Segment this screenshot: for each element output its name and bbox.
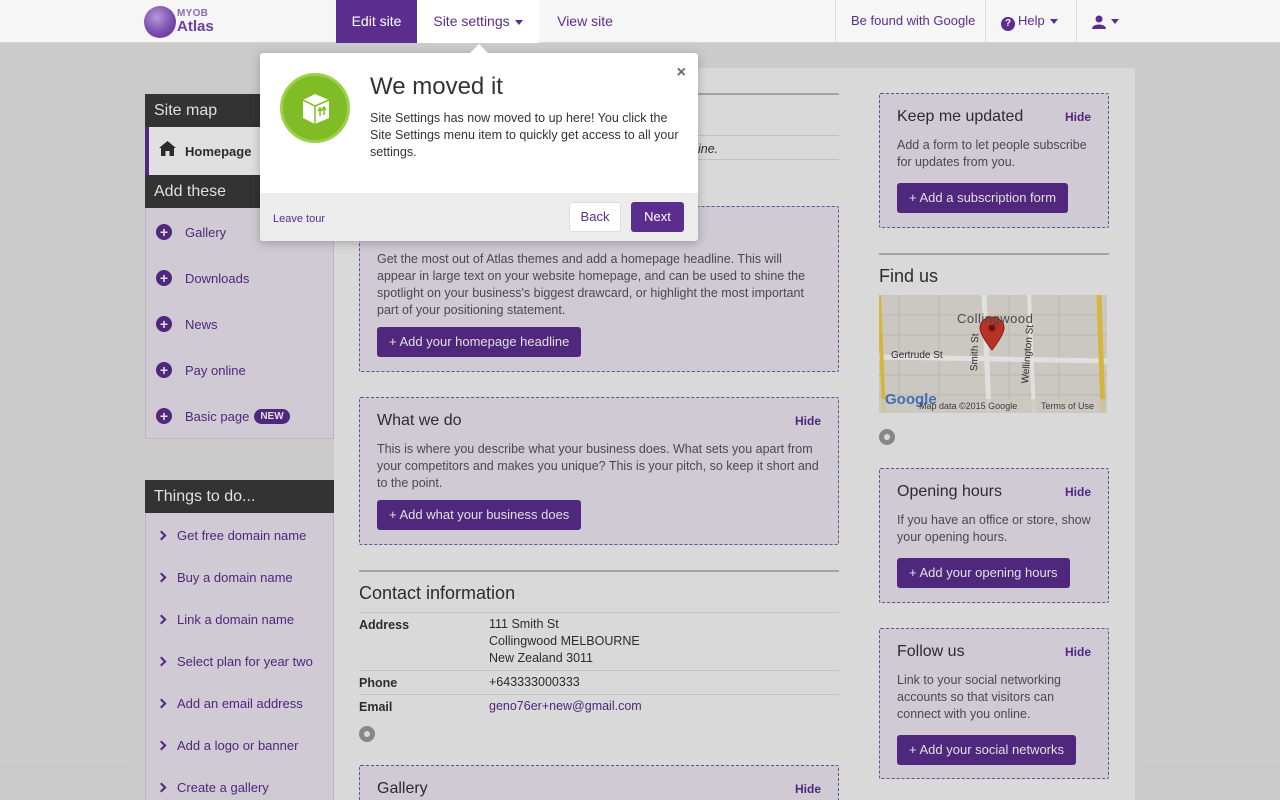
question-icon: ? [1001, 17, 1015, 31]
tab-edit-site[interactable]: Edit site [336, 0, 417, 43]
nav-divider [835, 0, 836, 43]
tour-footer: Leave tour Back Next [260, 193, 698, 241]
help-label: Help [1018, 13, 1045, 28]
myob-atlas-logo[interactable]: MYOB Atlas [144, 4, 224, 38]
tab-edit-site-label: Edit site [351, 13, 402, 29]
tab-site-settings-label: Site settings [433, 13, 510, 29]
chevron-down-icon [514, 19, 523, 25]
be-found-with-google-link[interactable]: Be found with Google [851, 0, 975, 43]
tour-popover: We moved it Site Settings has now moved … [260, 53, 698, 241]
user-icon [1092, 15, 1106, 29]
tab-site-settings[interactable]: Site settings [417, 0, 539, 43]
tour-title: We moved it [370, 73, 503, 100]
close-icon[interactable]: × [677, 64, 686, 82]
box-package-icon [280, 73, 350, 143]
nav-divider [1076, 0, 1077, 43]
chevron-down-icon [1111, 19, 1119, 25]
back-button[interactable]: Back [569, 202, 621, 232]
nav-divider [985, 0, 986, 43]
tab-view-site[interactable]: View site [539, 0, 631, 43]
logo-text-atlas: Atlas [177, 18, 214, 35]
tab-view-site-label: View site [557, 13, 613, 29]
leave-tour-link[interactable]: Leave tour [273, 213, 325, 225]
next-button[interactable]: Next [631, 202, 684, 232]
popover-arrow [469, 44, 489, 54]
chevron-down-icon [1049, 19, 1058, 25]
tour-body: Site Settings has now moved to up here! … [370, 111, 679, 159]
logo-mark-icon [144, 6, 176, 38]
help-menu[interactable]: ? Help [1001, 0, 1058, 43]
box-icon-graphic [302, 94, 330, 124]
user-menu[interactable] [1092, 0, 1119, 43]
top-navbar: MYOB Atlas Edit site Site settings View … [0, 0, 1280, 43]
